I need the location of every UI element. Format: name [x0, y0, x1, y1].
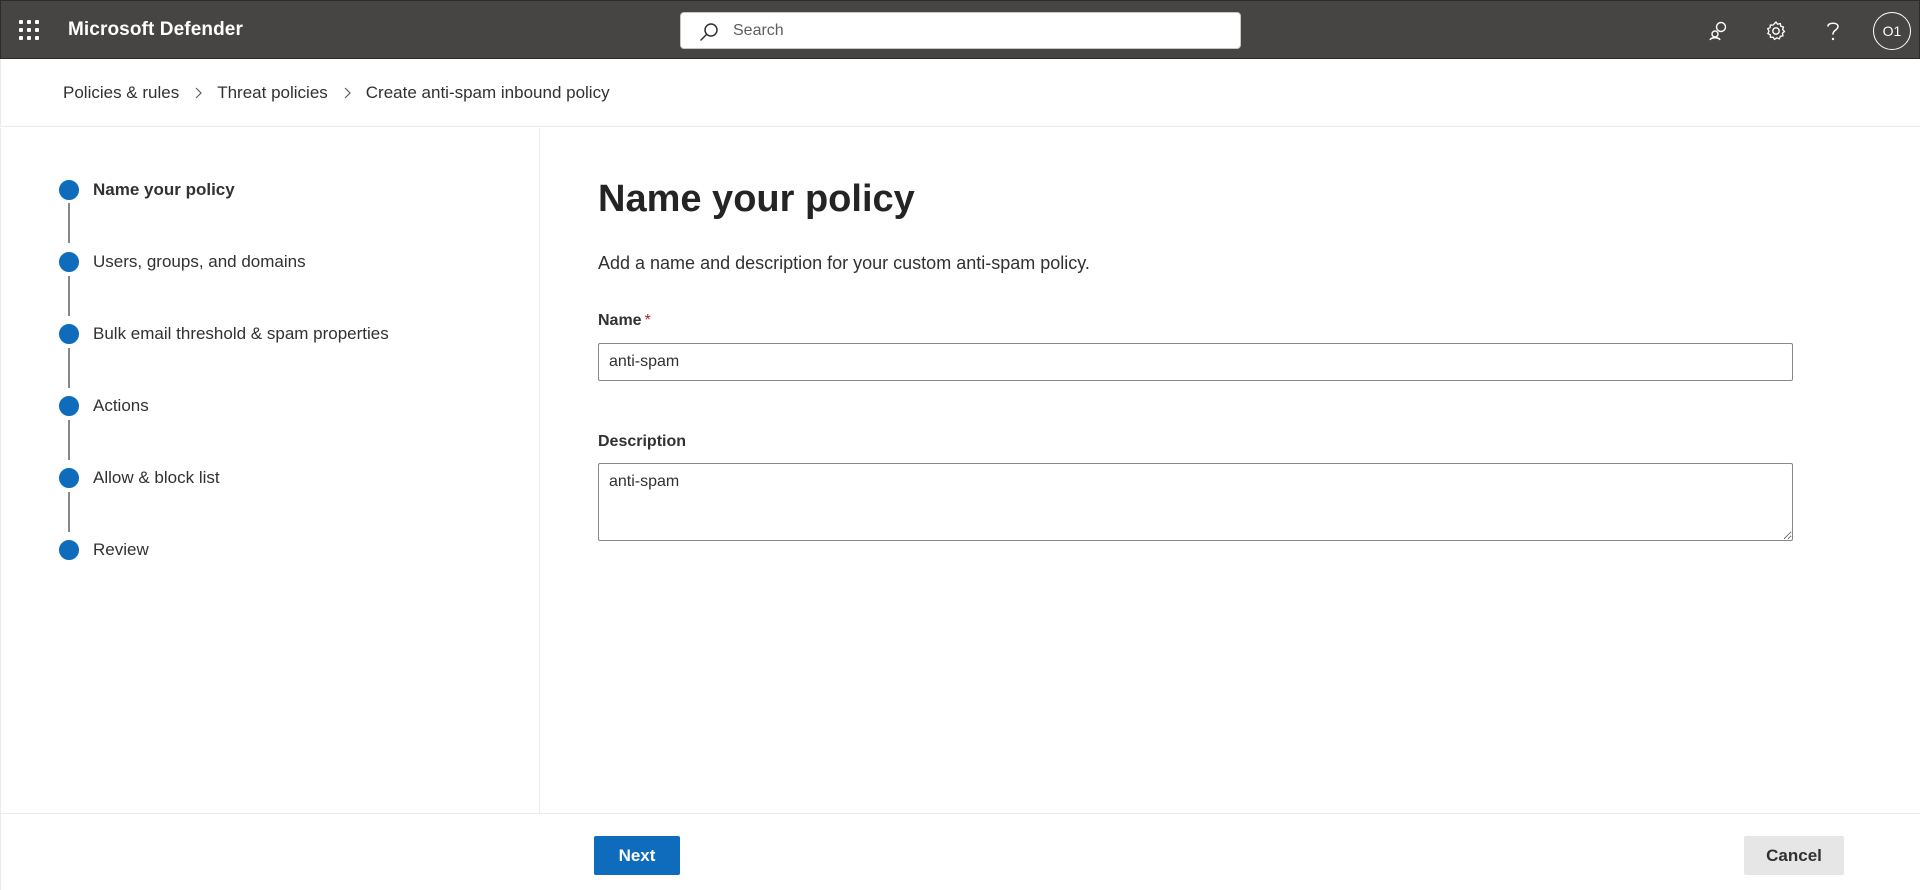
- page-title: Name your policy: [598, 178, 915, 220]
- avatar[interactable]: O1: [1873, 12, 1911, 50]
- search-box[interactable]: [680, 12, 1241, 49]
- wizard-footer: Next Cancel: [0, 813, 1920, 890]
- search-icon: [700, 23, 718, 41]
- breadcrumb-threat-policies[interactable]: Threat policies: [217, 83, 328, 103]
- step-dot: [59, 540, 79, 560]
- step-label: Name your policy: [93, 180, 235, 199]
- step-connector: [68, 203, 70, 243]
- community-icon[interactable]: [1704, 16, 1734, 46]
- page-description: Add a name and description for your cust…: [598, 253, 1090, 273]
- breadcrumb: Policies & rules Threat policies Create …: [0, 59, 1920, 127]
- step-dot: [59, 252, 79, 272]
- step-label: Review: [93, 540, 149, 559]
- description-field-label: Description: [598, 433, 687, 450]
- name-field-label: Name *: [598, 312, 651, 330]
- gear-icon[interactable]: [1761, 16, 1791, 46]
- step-connector: [68, 348, 70, 388]
- step-label: Allow & block list: [93, 468, 220, 487]
- step-bulk-email-threshold[interactable]: Bulk email threshold & spam properties: [59, 322, 389, 346]
- name-input[interactable]: [598, 343, 1793, 381]
- step-users-groups-domains[interactable]: Users, groups, and domains: [59, 250, 306, 274]
- help-icon[interactable]: [1818, 16, 1848, 46]
- step-label: Users, groups, and domains: [93, 252, 306, 271]
- step-label: Bulk email threshold & spam properties: [93, 324, 389, 343]
- step-connector: [68, 420, 70, 460]
- waffle-icon[interactable]: [17, 18, 41, 42]
- next-button[interactable]: Next: [594, 836, 680, 875]
- main-panel: Name your policy Add a name and descript…: [541, 128, 1920, 813]
- step-label: Actions: [93, 396, 149, 415]
- app-title: Microsoft Defender: [68, 19, 243, 40]
- chevron-right-icon: [342, 86, 352, 100]
- top-bar: Microsoft Defender O1: [0, 0, 1920, 59]
- step-connector: [68, 276, 70, 316]
- step-dot: [59, 468, 79, 488]
- step-dot: [59, 180, 79, 200]
- cancel-button[interactable]: Cancel: [1744, 836, 1844, 875]
- required-marker: *: [644, 312, 651, 329]
- step-dot: [59, 396, 79, 416]
- chevron-right-icon: [193, 86, 203, 100]
- breadcrumb-current: Create anti-spam inbound policy: [365, 82, 610, 102]
- wizard-stepper: Name your policy Users, groups, and doma…: [0, 128, 540, 813]
- description-textarea[interactable]: anti-spam: [598, 463, 1793, 541]
- name-label-text: Name: [598, 312, 642, 329]
- search-input[interactable]: [733, 13, 1213, 48]
- step-actions[interactable]: Actions: [59, 394, 149, 418]
- step-name-your-policy[interactable]: Name your policy: [59, 178, 235, 202]
- step-allow-block-list[interactable]: Allow & block list: [59, 466, 220, 490]
- breadcrumb-policies-rules[interactable]: Policies & rules: [63, 83, 179, 103]
- step-connector: [68, 492, 70, 532]
- step-review[interactable]: Review: [59, 538, 149, 562]
- step-dot: [59, 324, 79, 344]
